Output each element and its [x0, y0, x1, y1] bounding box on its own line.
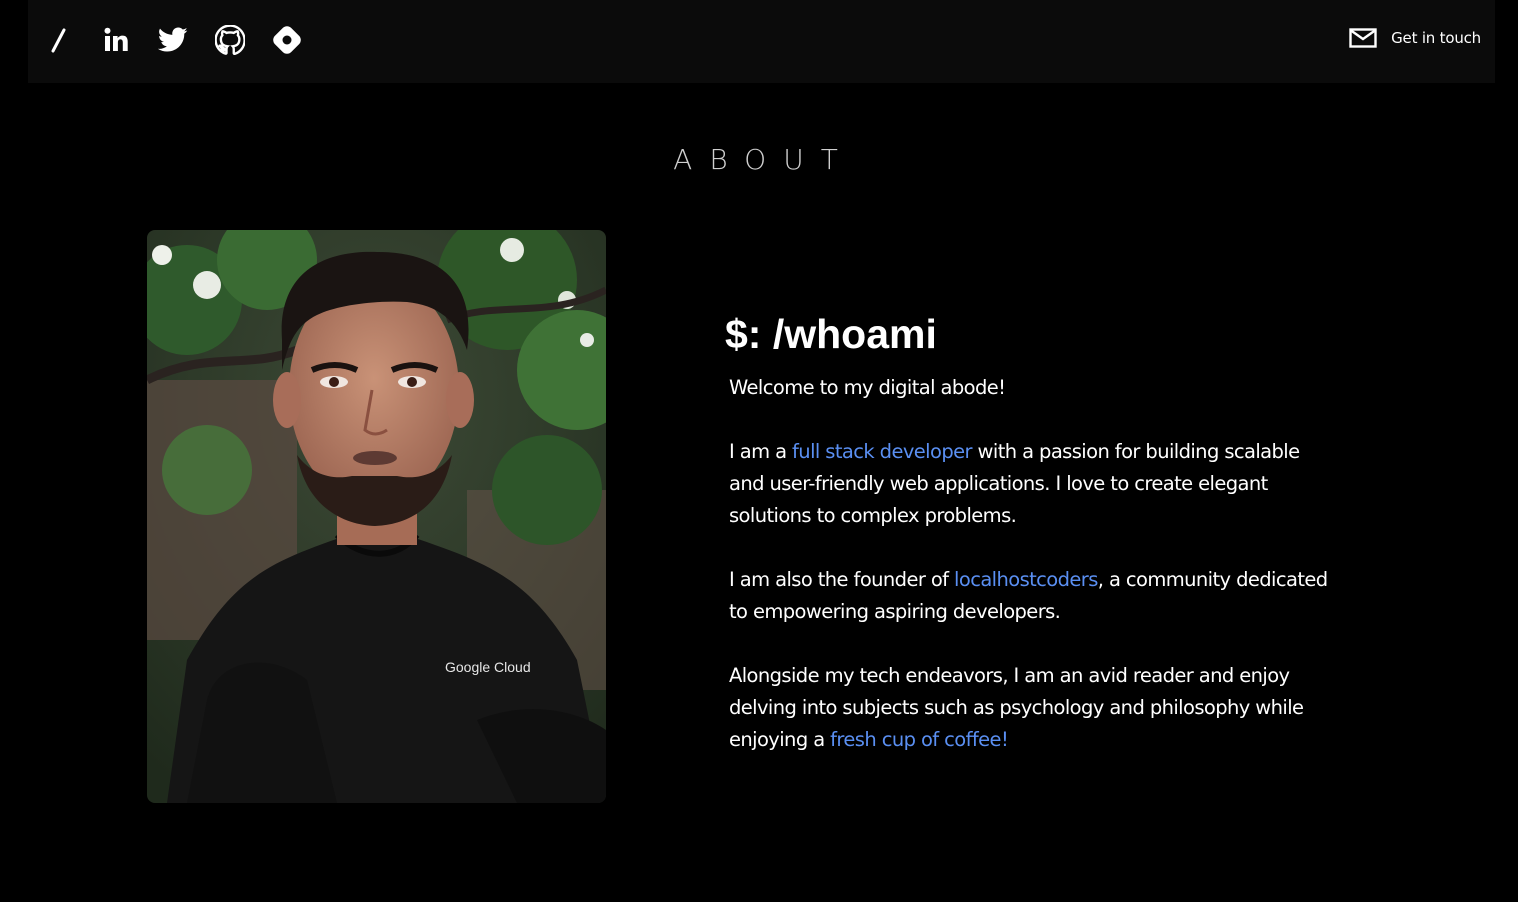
p1-pre: I am a [729, 440, 793, 463]
bio-paragraph-developer: I am a full stack developer with a passi… [729, 436, 1339, 532]
hashnode-icon[interactable] [272, 24, 302, 56]
about-section-title: ABOUT [673, 143, 855, 176]
linkedin-icon[interactable] [101, 24, 131, 56]
welcome-text: Welcome to my digital abode! [729, 376, 1006, 399]
get-in-touch-label: Get in touch [1391, 29, 1481, 47]
about-bio: Welcome to my digital abode! I am a full… [729, 372, 1339, 788]
shirt-logo-text: Google Cloud [445, 659, 531, 675]
github-icon[interactable] [215, 24, 245, 56]
profile-photo: Google Cloud [147, 230, 606, 803]
full-stack-developer-link[interactable]: full stack developer [792, 440, 972, 463]
slash-logo-icon[interactable] [44, 24, 74, 56]
bio-paragraph-founder: I am also the founder of localhostcoders… [729, 564, 1339, 628]
p2-pre: I am also the founder of [729, 568, 955, 591]
bio-paragraph-hobbies: Alongside my tech endeavors, I am an avi… [729, 660, 1339, 756]
get-in-touch-link[interactable]: Get in touch [1349, 28, 1481, 48]
social-icons [44, 24, 329, 56]
localhostcoders-link[interactable]: localhostcoders [954, 568, 1098, 591]
p3-pre: Alongside my tech endeavors, I am an avi… [729, 664, 1304, 751]
mail-icon [1349, 28, 1377, 48]
top-navbar: Get in touch [28, 0, 1495, 83]
twitter-icon[interactable] [158, 24, 188, 56]
coffee-link[interactable]: fresh cup of coffee! [830, 728, 1009, 751]
whoami-heading: $: /whoami [725, 311, 937, 357]
